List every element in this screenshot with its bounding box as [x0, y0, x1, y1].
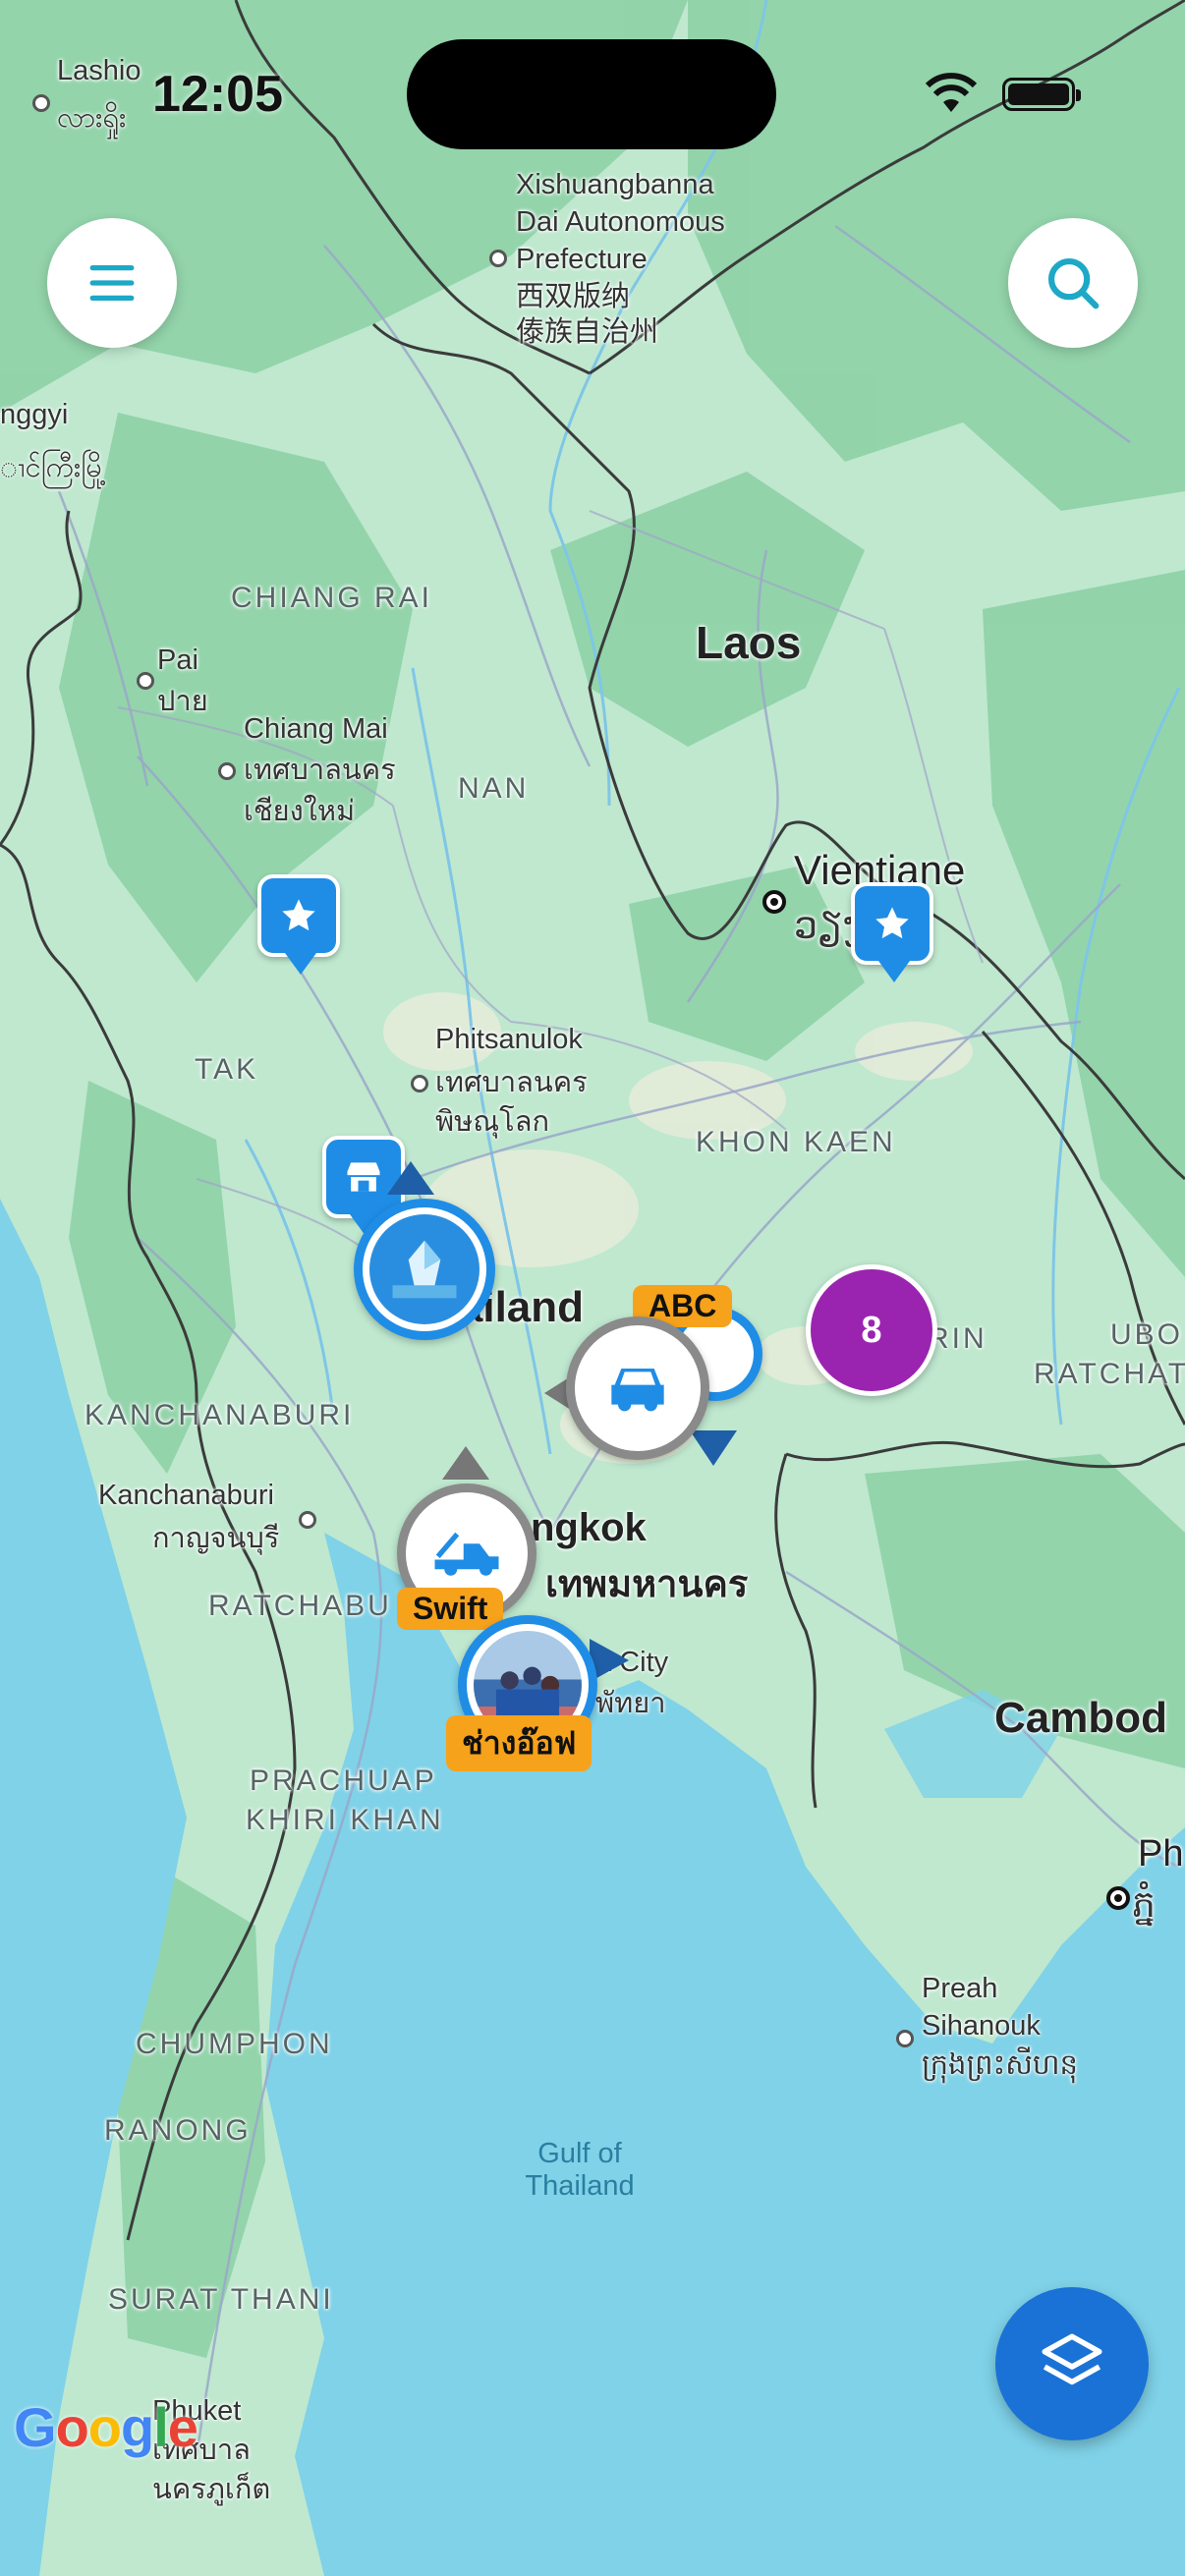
capital-dot [762, 890, 786, 914]
map-label: พัทยา [595, 1688, 666, 1719]
search-button[interactable] [1008, 218, 1138, 348]
heading-arrow [442, 1446, 489, 1480]
city-dot [896, 2030, 914, 2047]
map-label: Sihanouk [922, 2010, 1041, 2042]
car-icon [611, 1369, 664, 1412]
star-icon [875, 907, 909, 939]
map-view[interactable]: Lashio လားရှိုး Xishuangbanna Dai Autono… [0, 0, 1185, 2576]
google-logo: Google [14, 2396, 198, 2458]
layers-icon [1042, 2333, 1102, 2385]
map-label-country: Laos [696, 617, 802, 668]
map-label: Ph [1138, 1833, 1184, 1875]
favorite-place-marker[interactable] [257, 874, 340, 975]
tow-truck-icon [434, 1532, 499, 1576]
map-label: Phitsanulok [435, 1024, 583, 1055]
capital-dot [1106, 1886, 1130, 1910]
star-icon [282, 899, 315, 931]
car-marker[interactable] [566, 1316, 709, 1460]
map-label: Xishuangbanna [516, 169, 714, 200]
city-dot [32, 94, 50, 112]
map-label: Kanchanaburi [98, 1480, 274, 1511]
city-dot [489, 250, 507, 267]
map-label-country: Cambod [994, 1694, 1167, 1742]
map-label: RANONG [104, 2114, 252, 2147]
map-label: นครภูเก็ต [152, 2474, 271, 2505]
search-icon [1047, 257, 1100, 309]
marker-cluster[interactable]: 8 [806, 1264, 937, 1396]
map-label: เทศบาลนคร [244, 755, 396, 786]
map-label: CHUMPHON [136, 2028, 333, 2060]
map-label: เทพมหานคร [545, 1564, 749, 1605]
shop-icon [347, 1162, 380, 1192]
ice-shop-marker[interactable] [354, 1199, 495, 1340]
vehicle-label: ช่างอ๊อฟ [446, 1715, 592, 1771]
menu-button[interactable] [47, 218, 177, 348]
map-label: Pai [157, 644, 198, 676]
city-dot [411, 1075, 428, 1092]
map-label: เทศบาลนคร [435, 1067, 588, 1098]
map-label: Dai Autonomous [516, 206, 725, 238]
map-label: Prefecture [516, 244, 648, 275]
map-label: Lashio [57, 55, 141, 86]
map-layers-button[interactable] [995, 2287, 1149, 2440]
map-label: ភ្នំ [1132, 1884, 1157, 1926]
map-label: RATCHAT [1034, 1358, 1185, 1390]
map-label: TAK [195, 1053, 259, 1086]
map-label: ngkok [531, 1506, 647, 1549]
battery-icon [1002, 78, 1081, 111]
heading-arrow [387, 1161, 434, 1195]
map-label: พิษณุโลก [435, 1106, 550, 1138]
city-dot [218, 762, 236, 780]
map-label: 傣族自治州 [516, 316, 659, 348]
city-dot [137, 672, 154, 690]
map-label: လားရှိုး [57, 102, 127, 134]
map-label: KHON KAEN [696, 1126, 896, 1158]
menu-icon [89, 264, 135, 302]
map-label: เชียงใหม่ [244, 796, 356, 827]
map-label: KANCHANABURI [85, 1399, 355, 1431]
map-label: ปาย [157, 686, 208, 717]
map-label: 西双版纳 [516, 281, 631, 312]
map-label-sea: Gulf of Thailand [525, 2138, 635, 2203]
vehicle-label: Swift [397, 1588, 504, 1630]
status-time: 12:05 [152, 66, 283, 123]
map-label: NAN [458, 772, 530, 805]
heading-arrow [690, 1430, 737, 1466]
map-label: ၢင်ကြီးမြို့ [0, 452, 107, 483]
map-label: UBO [1110, 1318, 1184, 1351]
map-label: PRACHUAP [250, 1764, 437, 1797]
map-label: KHIRI KHAN [246, 1804, 444, 1836]
map-label: nggyi [0, 399, 69, 430]
map-label: Preah [922, 1973, 998, 2004]
map-label: SURAT THANI [108, 2283, 334, 2316]
map-label: Chiang Mai [244, 713, 388, 745]
favorite-place-marker[interactable] [851, 882, 933, 982]
map-label: ក្រុងព្រះសីហនុ [922, 2049, 1078, 2081]
dynamic-island [407, 39, 776, 149]
city-dot [299, 1511, 316, 1529]
map-label: RATCHABU [208, 1590, 392, 1622]
map-label: กาญจนบุรี [152, 1523, 280, 1554]
wifi-icon [925, 73, 978, 112]
ice-icon [392, 1240, 457, 1299]
map-label: CHIANG RAI [231, 582, 433, 614]
